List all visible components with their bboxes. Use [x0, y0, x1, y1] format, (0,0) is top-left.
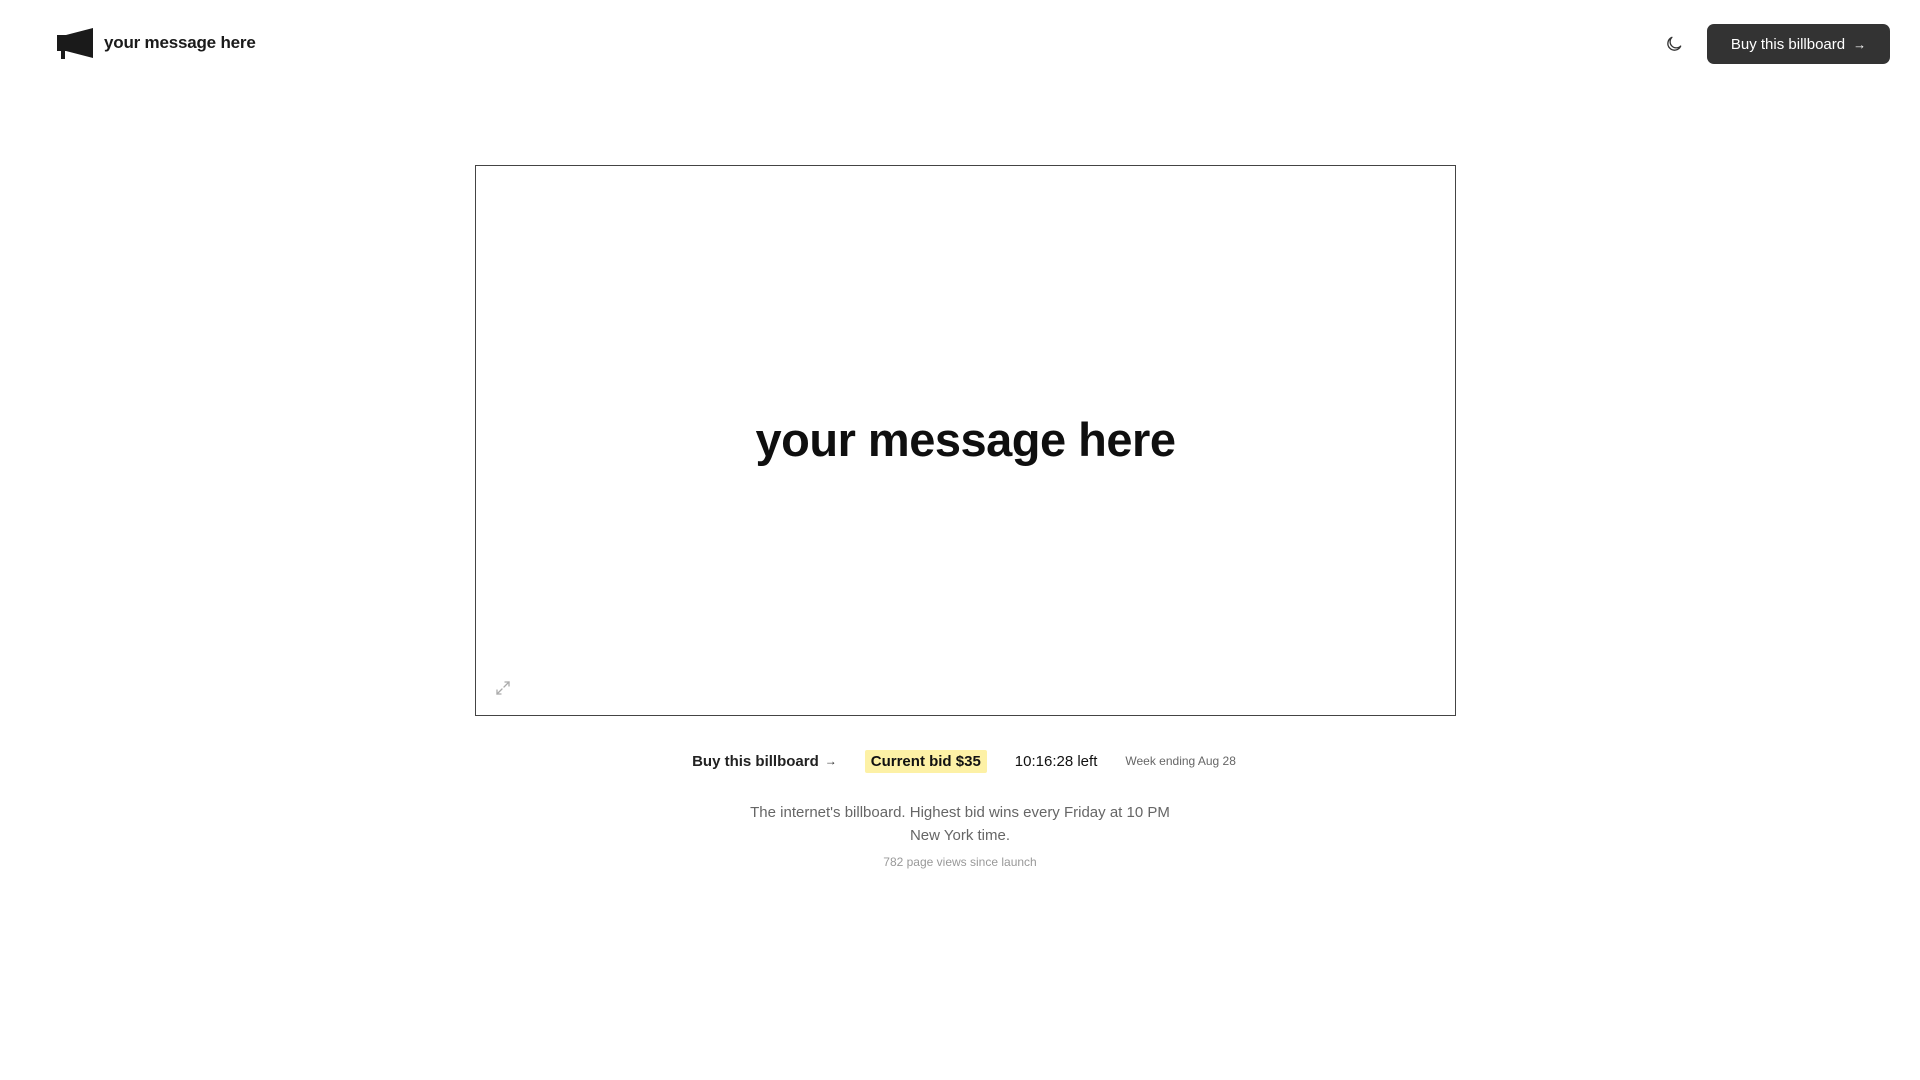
buy-billboard-link-label: Buy this billboard: [692, 752, 819, 770]
billboard: your message here: [475, 165, 1456, 716]
brand-name: your message here: [104, 33, 256, 52]
tagline: The internet's billboard. Highest bid wi…: [0, 801, 1920, 847]
header: your message here Buy this billboard →: [0, 0, 1920, 88]
buy-billboard-button[interactable]: Buy this billboard →: [1707, 24, 1890, 64]
theme-toggle-button[interactable]: [1660, 30, 1688, 58]
buy-billboard-button-label: Buy this billboard: [1730, 35, 1846, 53]
arrow-right-icon: →: [824, 754, 837, 768]
tagline-line-1: The internet's billboard. Highest bid wi…: [750, 804, 1170, 821]
current-bid-badge: Current bid $35: [864, 749, 987, 773]
billboard-info-row: Buy this billboard → Current bid $35 10:…: [0, 748, 1920, 774]
tagline-line-2: New York time.: [909, 827, 1011, 844]
page-views-counter: 782 page views since launch: [883, 855, 1037, 869]
megaphone-icon: [57, 28, 93, 59]
buy-billboard-link[interactable]: Buy this billboard →: [692, 753, 837, 770]
expand-icon[interactable]: [494, 679, 512, 697]
brand-link[interactable]: your message here: [56, 25, 256, 61]
billboard-message: your message here: [755, 413, 1176, 466]
countdown-timer: 10:16:28 left: [1014, 752, 1098, 770]
arrow-right-icon: →: [1853, 36, 1867, 52]
moon-icon: [1667, 36, 1682, 51]
week-ending-label: Week ending Aug 28: [1125, 754, 1236, 768]
